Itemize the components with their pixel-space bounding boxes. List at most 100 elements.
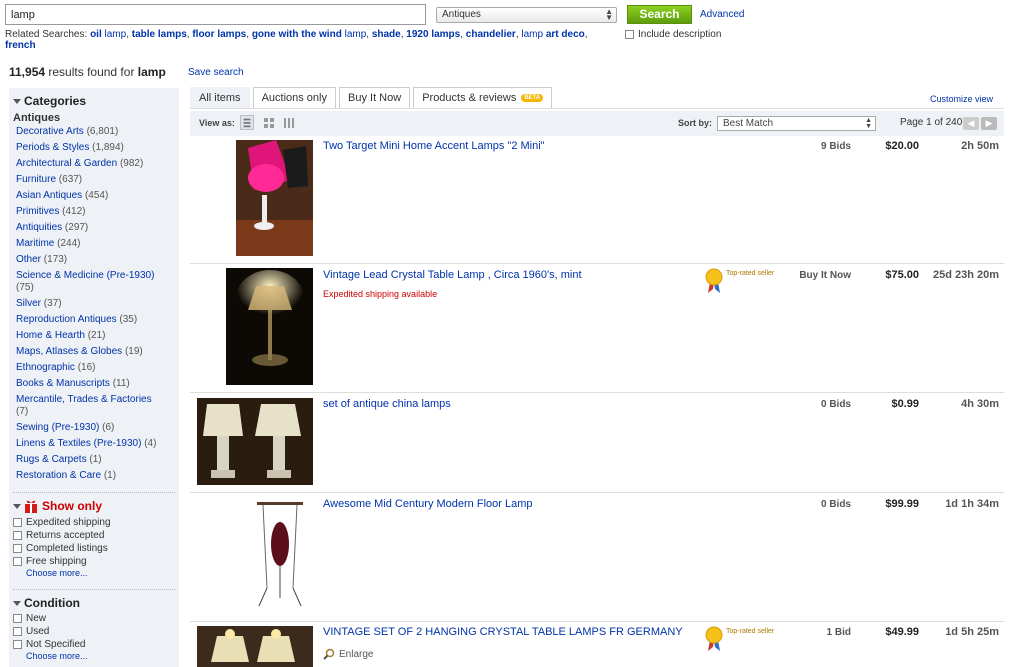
column-view-icon[interactable]	[282, 115, 296, 130]
listing-thumbnail[interactable]	[197, 626, 313, 667]
sort-select[interactable]: Best Match ▲ ▼	[717, 116, 876, 131]
listing-title[interactable]: Awesome Mid Century Modern Floor Lamp	[323, 498, 533, 510]
condition-choose-more[interactable]: Choose more...	[13, 651, 179, 662]
related-searches: Related Searches: oil lamp, table lamps,…	[5, 29, 588, 51]
category-link[interactable]: Other (173)	[13, 254, 158, 266]
related-search-link[interactable]: oil lamp	[90, 29, 126, 40]
category-link[interactable]: Maps, Atlases & Globes (19)	[13, 346, 158, 358]
condition-option[interactable]: Used	[13, 625, 179, 638]
category-link[interactable]: Asian Antiques (454)	[13, 190, 158, 202]
listing-thumbnail[interactable]	[236, 140, 313, 256]
listing-time-left: 4h 30m	[961, 398, 999, 410]
category-link[interactable]: Maritime (244)	[13, 238, 158, 250]
category-link[interactable]: Periods & Styles (1,894)	[13, 142, 158, 154]
show-only-option[interactable]: Free shipping	[13, 555, 179, 568]
enlarge-link[interactable]: Enlarge	[323, 648, 373, 660]
show-only-option-label: Returns accepted	[26, 530, 105, 541]
top-rated-label: Top-rated seller	[726, 628, 775, 635]
category-name: Mercantile, Trades & Factories	[16, 394, 152, 405]
listing-row: Awesome Mid Century Modern Floor Lamp 0 …	[190, 493, 1004, 622]
category-link[interactable]: Home & Hearth (21)	[13, 330, 158, 342]
category-name: Ethnographic	[16, 362, 75, 373]
search-input[interactable]	[5, 4, 426, 25]
show-only-option-checkbox[interactable]	[13, 557, 22, 566]
listing-row: Vintage Lead Crystal Table Lamp , Circa …	[190, 264, 1004, 393]
related-search-link[interactable]: 1920 lamps	[406, 29, 460, 40]
related-search-link[interactable]: floor lamps	[192, 29, 246, 40]
search-button[interactable]: Search	[627, 5, 692, 24]
category-count: (11)	[112, 378, 130, 389]
listing-title[interactable]: set of antique china lamps	[323, 398, 451, 410]
category-link[interactable]: Architectural & Garden (982)	[13, 158, 158, 170]
category-link[interactable]: Decorative Arts (6,801)	[13, 126, 158, 138]
related-search-link[interactable]: gone with the wind lamp	[252, 29, 366, 40]
condition-heading[interactable]: Condition	[13, 596, 179, 610]
customize-view-link[interactable]: Customize view	[930, 94, 993, 104]
related-search-link[interactable]: lamp art deco	[521, 29, 584, 40]
categories-heading[interactable]: Categories	[13, 94, 179, 108]
condition-option-checkbox[interactable]	[13, 640, 22, 649]
condition-option-checkbox[interactable]	[13, 627, 22, 636]
show-only-choose-more[interactable]: Choose more...	[13, 568, 179, 579]
show-only-option-checkbox[interactable]	[13, 544, 22, 553]
condition-option[interactable]: New	[13, 612, 179, 625]
show-only-option-label: Completed listings	[26, 543, 108, 554]
list-view-icon[interactable]	[240, 115, 254, 130]
grid-view-icon[interactable]	[262, 115, 276, 130]
category-link[interactable]: Mercantile, Trades & Factories (7)	[13, 394, 158, 418]
category-select[interactable]: Antiques ▲ ▼	[436, 7, 617, 23]
related-search-link[interactable]: french	[5, 40, 36, 51]
category-link[interactable]: Science & Medicine (Pre-1930) (75)	[13, 270, 158, 294]
show-only-list: Expedited shipping Returns accepted Comple…	[13, 516, 179, 568]
category-count: (19)	[124, 346, 143, 357]
related-search-link[interactable]: chandelier	[466, 29, 516, 40]
related-search-link[interactable]: shade	[372, 29, 401, 40]
show-only-option[interactable]: Returns accepted	[13, 529, 179, 542]
tab-all-items[interactable]: All items	[190, 87, 250, 108]
advanced-search-link[interactable]: Advanced	[700, 9, 744, 20]
listing-title[interactable]: VINTAGE SET OF 2 HANGING CRYSTAL TABLE L…	[323, 626, 683, 638]
listing-thumbnail[interactable]	[197, 398, 313, 485]
listing-thumbnail[interactable]	[226, 268, 313, 385]
tab-buy-it-now[interactable]: Buy It Now	[339, 87, 411, 108]
category-link[interactable]: Books & Manuscripts (11)	[13, 378, 158, 390]
category-link[interactable]: Antiquities (297)	[13, 222, 158, 234]
sort-select-value: Best Match	[723, 118, 774, 129]
category-link[interactable]: Rugs & Carpets (1)	[13, 454, 158, 466]
condition-option[interactable]: Not Specified	[13, 638, 179, 651]
tab-auctions-only[interactable]: Auctions only	[252, 87, 336, 108]
category-link[interactable]: Linens & Textiles (Pre-1930) (4)	[13, 438, 158, 450]
show-only-option-checkbox[interactable]	[13, 518, 22, 527]
category-link[interactable]: Restoration & Care (1)	[13, 470, 158, 482]
include-description-option[interactable]: Include description	[625, 29, 721, 40]
show-only-option-label: Free shipping	[26, 556, 87, 567]
category-link[interactable]: Ethnographic (16)	[13, 362, 158, 374]
category-link[interactable]: Furniture (637)	[13, 174, 158, 186]
category-count: (173)	[43, 254, 68, 265]
category-name: Asian Antiques	[16, 190, 83, 201]
show-only-option-checkbox[interactable]	[13, 531, 22, 540]
prev-page-button[interactable]: ◀	[963, 117, 979, 130]
category-name: Sewing (Pre-1930)	[16, 422, 100, 433]
save-search-link[interactable]: Save search	[188, 67, 244, 78]
related-search-link[interactable]: table lamps	[132, 29, 187, 40]
listing-title[interactable]: Two Target Mini Home Accent Lamps "2 Min…	[323, 140, 545, 152]
category-count: (75)	[16, 282, 34, 293]
show-only-heading[interactable]: Show only	[13, 499, 179, 513]
show-only-option[interactable]: Expedited shipping	[13, 516, 179, 529]
listing-title[interactable]: Vintage Lead Crystal Table Lamp , Circa …	[323, 269, 582, 281]
tab-products-reviews[interactable]: Products & reviews BETA	[413, 87, 553, 108]
include-description-checkbox[interactable]	[625, 29, 634, 39]
category-name: Linens & Textiles (Pre-1930)	[16, 438, 142, 449]
category-link[interactable]: Sewing (Pre-1930) (6)	[13, 422, 158, 434]
show-only-option[interactable]: Completed listings	[13, 542, 179, 555]
category-link[interactable]: Reproduction Antiques (35)	[13, 314, 158, 326]
category-count: (4)	[144, 438, 157, 449]
gift-icon	[25, 500, 37, 513]
category-link[interactable]: Primitives (412)	[13, 206, 158, 218]
condition-option-checkbox[interactable]	[13, 614, 22, 623]
show-only-option-label: Expedited shipping	[26, 517, 111, 528]
listing-thumbnail[interactable]	[247, 498, 313, 614]
category-link[interactable]: Silver (37)	[13, 298, 158, 310]
next-page-button[interactable]: ▶	[981, 117, 997, 130]
